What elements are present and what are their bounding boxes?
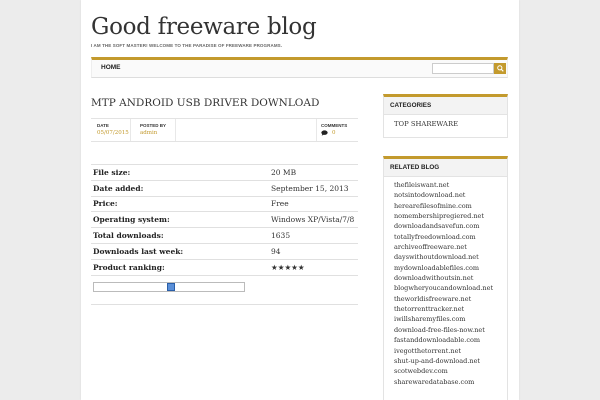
detail-value: 1635 [269, 227, 358, 244]
detail-label: Total downloads: [91, 227, 269, 244]
detail-value-rating: ★★★★★ [269, 259, 358, 276]
related-blog-link[interactable]: fastanddownloadable.com [394, 335, 507, 345]
table-row: Date added: September 15, 2013 [91, 180, 358, 197]
detail-label: Downloads last week: [91, 243, 269, 260]
table-row: Price: Free [91, 196, 358, 213]
meta-divider [175, 119, 176, 141]
related-blog-link[interactable]: sharewaredatabase.com [394, 377, 507, 387]
meta-divider [130, 119, 131, 141]
related-blog-link[interactable]: downloadandsavefun.com [394, 221, 507, 231]
comment-bubble-icon [321, 130, 328, 136]
related-blog-link[interactable]: dayswithoutdownload.net [394, 252, 507, 262]
meta-date: DATE 05/07/2015 [97, 123, 129, 136]
related-blog-link[interactable]: scotwebdev.com [394, 366, 507, 376]
detail-label: Price: [91, 196, 269, 213]
detail-value: September 15, 2013 [269, 180, 358, 197]
software-details-table: File size: 20 MB Date added: September 1… [91, 164, 358, 276]
meta-posted-by-label: POSTED BY [140, 123, 167, 128]
table-row: Operating system: Windows XP/Vista/7/8 [91, 211, 358, 229]
meta-divider [316, 119, 317, 141]
related-blog-link[interactable]: totallyfreedownload.com [394, 232, 507, 242]
broken-image-icon [167, 283, 175, 291]
meta-date-value: 05/07/2015 [97, 130, 129, 136]
related-blog-link[interactable]: notsintodownload.net [394, 190, 507, 200]
related-blog-link[interactable]: downloadwithoutsin.net [394, 273, 507, 283]
meta-posted-by: POSTED BY admin [140, 123, 166, 136]
page-container: Good freeware blog I AM THE SOFT MASTER!… [81, 0, 519, 400]
search-button[interactable] [494, 63, 506, 74]
related-blog-link[interactable]: nomembershipregiered.net [394, 211, 507, 221]
detail-value: Free [269, 196, 358, 213]
meta-date-label: DATE [97, 123, 109, 128]
categories-widget: CATEGORIES TOP SHAREWARE [383, 94, 508, 138]
detail-value: Windows XP/Vista/7/8 [269, 211, 358, 229]
related-blog-link[interactable]: theworldisfreeware.net [394, 294, 507, 304]
related-blog-link[interactable]: download-free-files-now.net [394, 325, 507, 335]
related-blog-link[interactable]: thefileiswant.net [394, 180, 507, 190]
meta-comments-count[interactable]: 0 [332, 130, 336, 136]
table-row: Product ranking: ★★★★★ [91, 259, 358, 276]
related-blog-link[interactable]: archiveoffreeware.net [394, 242, 507, 252]
related-blog-link[interactable]: blogwheryoucandownload.net [394, 283, 507, 293]
table-row: File size: 20 MB [91, 164, 358, 181]
detail-label: Date added: [91, 180, 269, 197]
related-blog-link[interactable]: ivegotthetorrent.net [394, 346, 507, 356]
related-blog-link[interactable]: herearefilesofmine.com [394, 201, 507, 211]
site-title[interactable]: Good freeware blog [91, 14, 317, 40]
detail-value: 20 MB [269, 164, 358, 181]
categories-title: CATEGORIES [384, 97, 507, 115]
meta-author-link[interactable]: admin [140, 130, 166, 136]
post-meta: DATE 05/07/2015 POSTED BY admin COMMENTS… [91, 118, 358, 142]
related-blog-link[interactable]: shut-up-and-download.net [394, 356, 507, 366]
detail-value: 94 [269, 243, 358, 260]
table-row: Downloads last week: 94 [91, 243, 358, 260]
table-row: Total downloads: 1635 [91, 227, 358, 244]
meta-comments-label: COMMENTS [321, 123, 348, 128]
main-nav: HOME [91, 57, 508, 78]
site-tagline: I AM THE SOFT MASTER! WELCOME TO THE PAR… [91, 43, 283, 48]
related-blog-widget: RELATED BLOG thefileiswant.net notsintod… [383, 156, 508, 400]
detail-label: Product ranking: [91, 259, 269, 276]
content-divider [91, 304, 358, 305]
meta-comments: COMMENTS 0 [321, 123, 347, 136]
related-blog-link[interactable]: mydownloadablefiles.com [394, 263, 507, 273]
download-banner[interactable] [93, 282, 245, 292]
post-title[interactable]: MTP ANDROID USB DRIVER DOWNLOAD [91, 97, 319, 109]
search-input[interactable] [432, 63, 494, 74]
related-blog-title: RELATED BLOG [384, 159, 507, 177]
detail-label: File size: [91, 164, 269, 181]
nav-home-link[interactable]: HOME [101, 64, 121, 71]
related-blog-link[interactable]: thetorrenttracker.net [394, 304, 507, 314]
detail-label: Operating system: [91, 211, 269, 229]
category-link[interactable]: TOP SHAREWARE [394, 119, 507, 131]
search-icon [496, 65, 504, 72]
related-blog-link[interactable]: iwillsharemyfiles.com [394, 314, 507, 324]
